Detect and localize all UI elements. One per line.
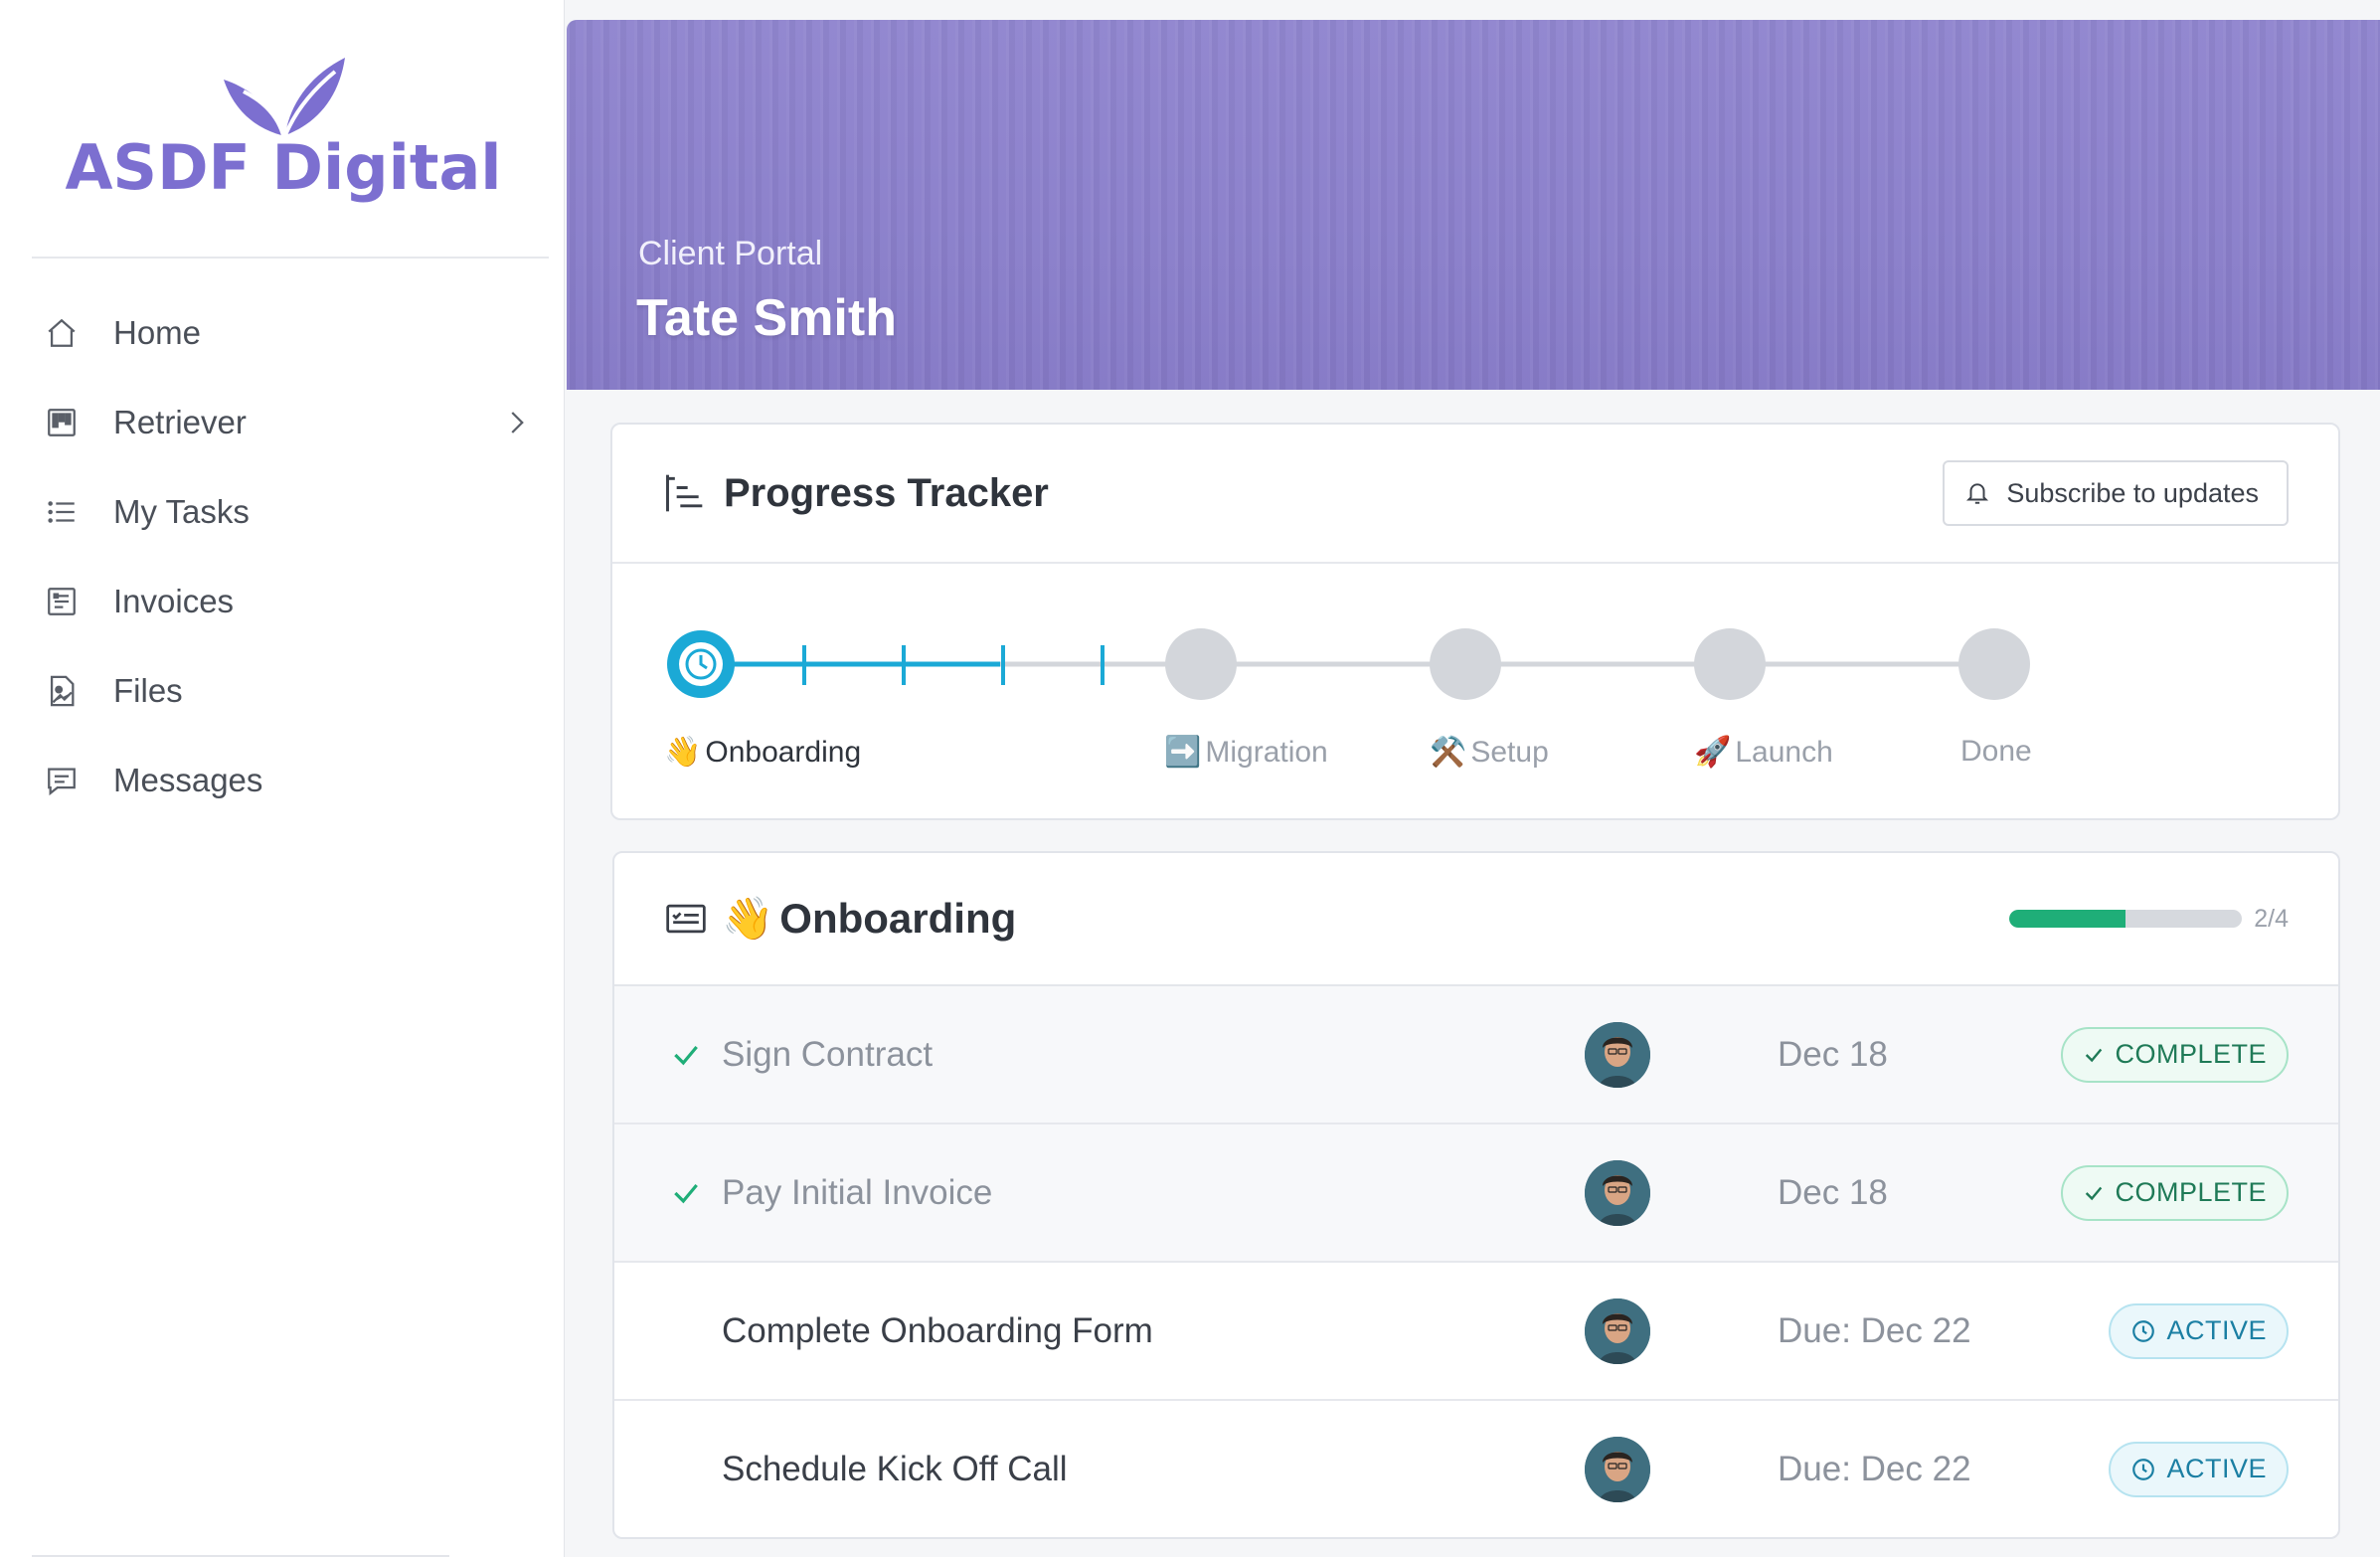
step-label: Setup: [1470, 735, 1549, 769]
sidebar-item-invoices[interactable]: Invoices: [32, 557, 539, 646]
brand-name: ASDF Digital: [65, 131, 502, 204]
tools-icon: ⚒️: [1430, 736, 1467, 769]
sidebar-item-files[interactable]: Files: [32, 646, 539, 736]
step-launch[interactable]: 🚀 Launch: [1694, 735, 1833, 770]
step-done[interactable]: Done: [1960, 735, 2032, 769]
task-date: Due: Dec 22: [1778, 1310, 1971, 1350]
status-badge: COMPLETE: [2061, 1164, 2289, 1221]
check-icon: [674, 1045, 698, 1065]
chevron-right-icon[interactable]: [501, 408, 531, 437]
status-badge: COMPLETE: [2061, 1026, 2289, 1083]
task-name: Sign Contract: [722, 1034, 934, 1074]
progress-stepper: 👋 Onboarding ➡️ Migration ⚒️ Setup 🚀 Lau…: [612, 564, 2338, 820]
task-row[interactable]: Pay Initial Invoice Dec 18 COMPLETE: [614, 1124, 2338, 1263]
status-label: COMPLETE: [2115, 1039, 2267, 1069]
task-row[interactable]: Schedule Kick Off Call Due: Dec 22 ACTIV…: [614, 1401, 2338, 1537]
task-row[interactable]: Complete Onboarding Form Due: Dec 22 ACT…: [614, 1263, 2338, 1401]
task-date: Dec 18: [1778, 1034, 1888, 1074]
task-row[interactable]: Sign Contract Dec 18 COMPLETE: [614, 986, 2338, 1124]
sidebar-divider: [32, 257, 549, 259]
onboarding-header: 👋 Onboarding 2/4: [614, 853, 2338, 986]
task-date: Due: Dec 22: [1778, 1449, 1971, 1488]
check-icon: [2086, 1048, 2103, 1062]
client-name: Tate Smith: [636, 289, 897, 347]
status-badge: ACTIVE: [2109, 1441, 2289, 1497]
assignee-avatar[interactable]: [1585, 1298, 1650, 1364]
sidebar-item-retriever[interactable]: Retriever: [32, 378, 539, 467]
subscribe-label: Subscribe to updates: [2006, 477, 2259, 508]
step-label: Onboarding: [705, 735, 862, 769]
sidebar-item-label: Messages: [113, 762, 263, 798]
board-icon: [42, 403, 82, 442]
tracker-icon: [666, 474, 703, 512]
step-label: Done: [1960, 735, 2032, 768]
task-name: Schedule Kick Off Call: [722, 1449, 1068, 1488]
step-label: Migration: [1205, 735, 1328, 769]
sidebar-item-label: Home: [113, 314, 202, 351]
message-icon: [42, 761, 82, 800]
progress-bar: [2009, 910, 2243, 928]
arrow-right-icon: ➡️: [1164, 736, 1202, 769]
clock-icon: [2132, 1458, 2155, 1480]
task-name: Pay Initial Invoice: [722, 1172, 993, 1212]
step-setup[interactable]: ⚒️ Setup: [1430, 735, 1549, 770]
progress-count: 2/4: [2254, 904, 2289, 933]
wave-icon: 👋: [722, 894, 774, 942]
bell-icon: [1966, 483, 1989, 504]
app-root: ASDF Digital Home Retriever My Tasks Inv…: [0, 0, 2380, 1557]
step-label: Launch: [1735, 735, 1833, 769]
progress-tracker-card: Progress Tracker Subscribe to updates 👋 …: [610, 423, 2340, 820]
list-icon: [42, 492, 82, 532]
leaf-logo-icon: [224, 58, 345, 136]
task-name: Complete Onboarding Form: [722, 1310, 1153, 1350]
sidebar-nav: Home Retriever My Tasks Invoices Files M…: [32, 288, 539, 825]
step-migration[interactable]: ➡️ Migration: [1164, 735, 1328, 770]
brand-logo[interactable]: ASDF Digital: [30, 50, 537, 219]
checklist-icon: [666, 904, 706, 934]
check-icon: [674, 1183, 698, 1203]
assignee-avatar[interactable]: [1585, 1021, 1650, 1088]
assignee-avatar[interactable]: [1585, 1436, 1650, 1502]
sidebar-item-label: Retriever: [113, 404, 247, 440]
progress-tracker-title: Progress Tracker: [724, 470, 1049, 515]
progress-tracker-header: Progress Tracker Subscribe to updates: [612, 425, 2338, 564]
file-icon: [42, 671, 82, 711]
step-onboarding[interactable]: 👋 Onboarding: [664, 735, 861, 770]
task-date: Dec 18: [1778, 1172, 1888, 1212]
onboarding-card: 👋 Onboarding 2/4 Sign Contract Dec 18 CO…: [612, 851, 2340, 1539]
sidebar-item-label: Invoices: [113, 583, 235, 619]
clock-icon: [2132, 1319, 2155, 1342]
client-header-banner: Client Portal Tate Smith: [567, 20, 2380, 390]
onboarding-progress: 2/4: [2009, 905, 2289, 934]
status-label: COMPLETE: [2115, 1177, 2267, 1207]
sidebar-item-label: My Tasks: [113, 493, 250, 530]
portal-subtitle: Client Portal: [638, 235, 823, 272]
onboarding-title-text: Onboarding: [779, 895, 1017, 942]
sidebar-item-label: Files: [113, 672, 183, 709]
status-badge: ACTIVE: [2109, 1302, 2289, 1359]
status-label: ACTIVE: [2166, 1315, 2267, 1345]
status-label: ACTIVE: [2166, 1454, 2267, 1483]
progress-fill: [2009, 910, 2126, 928]
stepper-track: [667, 628, 2030, 700]
sidebar-item-messages[interactable]: Messages: [32, 736, 539, 825]
rocket-icon: 🚀: [1694, 736, 1732, 769]
wave-icon: 👋: [664, 736, 702, 769]
sidebar-item-my-tasks[interactable]: My Tasks: [32, 467, 539, 557]
sidebar: ASDF Digital Home Retriever My Tasks Inv…: [0, 0, 565, 1557]
check-icon: [2086, 1186, 2103, 1200]
home-icon: [42, 313, 82, 353]
onboarding-title: 👋 Onboarding: [722, 895, 2009, 944]
sidebar-item-home[interactable]: Home: [32, 288, 539, 378]
assignee-avatar[interactable]: [1585, 1159, 1650, 1226]
subscribe-button[interactable]: Subscribe to updates: [1943, 460, 2289, 526]
invoice-icon: [42, 582, 82, 621]
